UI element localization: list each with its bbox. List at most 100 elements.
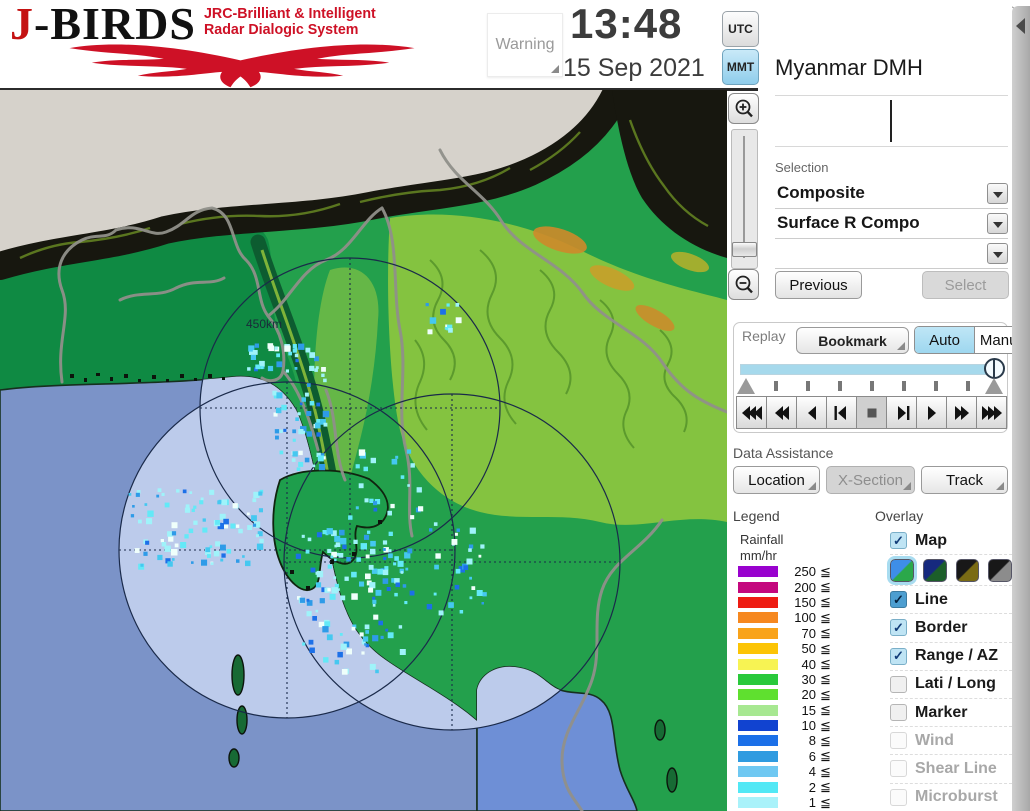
button-label: Track — [946, 471, 983, 489]
overlay-item-label: Shear Line — [915, 759, 997, 777]
warning-label: Warning — [495, 36, 555, 53]
overlay-item-label: Map — [915, 531, 947, 549]
chevron-down-icon[interactable] — [987, 243, 1008, 264]
bookmark-label: Bookmark — [818, 332, 887, 349]
play-button[interactable] — [916, 396, 947, 429]
legend-row: 10 ≦ — [738, 718, 858, 733]
forward-button[interactable] — [946, 396, 977, 429]
chevron-down-icon[interactable] — [987, 213, 1008, 234]
dropdown-value: Composite — [777, 183, 865, 202]
replay-timeline-track[interactable] — [740, 364, 1002, 375]
map-style-swatch-3[interactable] — [955, 558, 980, 582]
map-style-swatch-2[interactable] — [922, 558, 947, 582]
map-style-swatch-4[interactable] — [988, 558, 1012, 582]
location-button[interactable]: Location — [733, 466, 820, 494]
overlay-item-microburst[interactable]: Microburst — [890, 784, 1012, 811]
selection-dropdown-3[interactable] — [775, 240, 1008, 269]
legend-operator: ≦ — [820, 763, 831, 779]
data-assistance-label: Data Assistance — [733, 445, 834, 461]
overlay-item-label: Line — [915, 590, 948, 608]
app-title: J-BIRDS — [10, 0, 196, 49]
unchecked-checkbox — [890, 732, 907, 750]
legend-color-chip — [738, 797, 778, 809]
checked-checkbox[interactable]: ✓ — [890, 619, 907, 637]
checked-checkbox[interactable]: ✓ — [890, 647, 907, 665]
warning-button[interactable]: Warning — [487, 13, 563, 77]
legend-row: 8 ≦ — [738, 733, 858, 748]
map-style-swatch-1[interactable] — [887, 555, 917, 585]
checked-checkbox[interactable]: ✓ — [890, 532, 907, 550]
menu-corner-icon — [903, 482, 911, 490]
legend-operator: ≦ — [820, 794, 831, 810]
overlay-item-border[interactable]: ✓ Border — [890, 614, 1012, 643]
rewind-fast-button[interactable] — [736, 396, 767, 429]
overlay-item-marker[interactable]: Marker — [890, 699, 1012, 728]
menu-corner-icon — [996, 482, 1004, 490]
step-backward-button[interactable] — [826, 396, 857, 429]
legend-operator: ≦ — [820, 733, 831, 748]
timeline-tick — [774, 381, 778, 391]
timeline-tick — [902, 381, 906, 391]
control-panel: Myanmar DMH Selection Composite Surface R… — [733, 0, 1030, 811]
map-style-swatches — [887, 555, 1012, 587]
panel-collapse-handle[interactable] — [1012, 6, 1030, 811]
legend-value: 30 — [801, 671, 816, 687]
overlay-options: ✓ Map ✓ Line ✓ Border ✓ Range / AZ Lati / Long Ma… — [887, 527, 1012, 811]
overlay-item-label: Microburst — [915, 788, 998, 806]
legend-value: 20 — [801, 687, 816, 703]
legend-operator: ≦ — [820, 702, 831, 718]
selection-dropdown-2[interactable]: Surface R Compo — [775, 210, 1008, 239]
radar-map-canvas: 450km — [0, 80, 729, 811]
timeline-end-marker[interactable] — [985, 378, 1003, 394]
checked-checkbox[interactable]: ✓ — [890, 591, 907, 609]
chevron-down-icon[interactable] — [987, 183, 1008, 204]
timeline-tick — [838, 381, 842, 391]
overlay-item-lati-long[interactable]: Lati / Long — [890, 671, 1012, 699]
replay-timeline-thumb[interactable] — [984, 358, 1005, 379]
legend-color-chip — [738, 766, 778, 778]
previous-button[interactable]: Previous — [775, 271, 862, 299]
track-button[interactable]: Track — [921, 466, 1008, 494]
legend-value: 200 — [794, 579, 816, 595]
legend-operator: ≦ — [820, 579, 831, 595]
zoom-out-button[interactable] — [728, 269, 759, 300]
overlay-item-map[interactable]: ✓ Map — [890, 527, 1012, 556]
overlay-item-line[interactable]: ✓ Line — [890, 586, 1012, 615]
legend-unit: Rainfall mm/hr — [740, 532, 784, 563]
selection-dropdown-1[interactable]: Composite — [775, 180, 1008, 209]
zoom-in-button[interactable] — [728, 93, 759, 124]
overlay-item-wind[interactable]: Wind — [890, 727, 1012, 756]
map-zoom-controls — [727, 93, 760, 303]
overlay-label: Overlay — [875, 508, 924, 524]
unchecked-checkbox[interactable] — [890, 675, 907, 693]
timezone-mmt-button[interactable]: MMT — [722, 49, 759, 85]
select-button[interactable]: Select — [922, 271, 1009, 299]
timeline-start-marker[interactable] — [737, 378, 755, 394]
unchecked-checkbox[interactable] — [890, 704, 907, 722]
legend-row: 70 ≦ — [738, 625, 858, 641]
legend-value: 100 — [794, 610, 816, 626]
rewind-button[interactable] — [766, 396, 797, 429]
auto-mode-button[interactable]: Auto — [915, 327, 975, 353]
bookmark-button[interactable]: Bookmark — [796, 327, 909, 354]
legend-value: 150 — [794, 594, 816, 610]
selection-label: Selection — [775, 160, 829, 175]
legend-color-chip — [738, 581, 778, 593]
overlay-item-range-az[interactable]: ✓ Range / AZ — [890, 643, 1012, 671]
legend-color-chip — [738, 658, 778, 670]
timezone-utc-button[interactable]: UTC — [722, 11, 759, 47]
zoom-slider[interactable] — [731, 129, 758, 269]
stop-button[interactable] — [856, 396, 887, 429]
legend-value: 2 — [808, 779, 816, 795]
dropdown-value: Surface R Compo — [777, 213, 920, 232]
radar-map-view[interactable]: 450km — [0, 80, 729, 811]
zoom-slider-thumb[interactable] — [732, 242, 757, 257]
x-section-button[interactable]: X-Section — [826, 466, 915, 494]
overlay-item-shear-line[interactable]: Shear Line — [890, 755, 1012, 784]
step-forward-button[interactable] — [886, 396, 917, 429]
forward-fast-button[interactable] — [976, 396, 1007, 429]
legend-operator: ≦ — [820, 625, 831, 641]
play-backward-button[interactable] — [796, 396, 827, 429]
legend-color-chip — [738, 689, 778, 701]
legend-color-chip — [738, 735, 778, 747]
